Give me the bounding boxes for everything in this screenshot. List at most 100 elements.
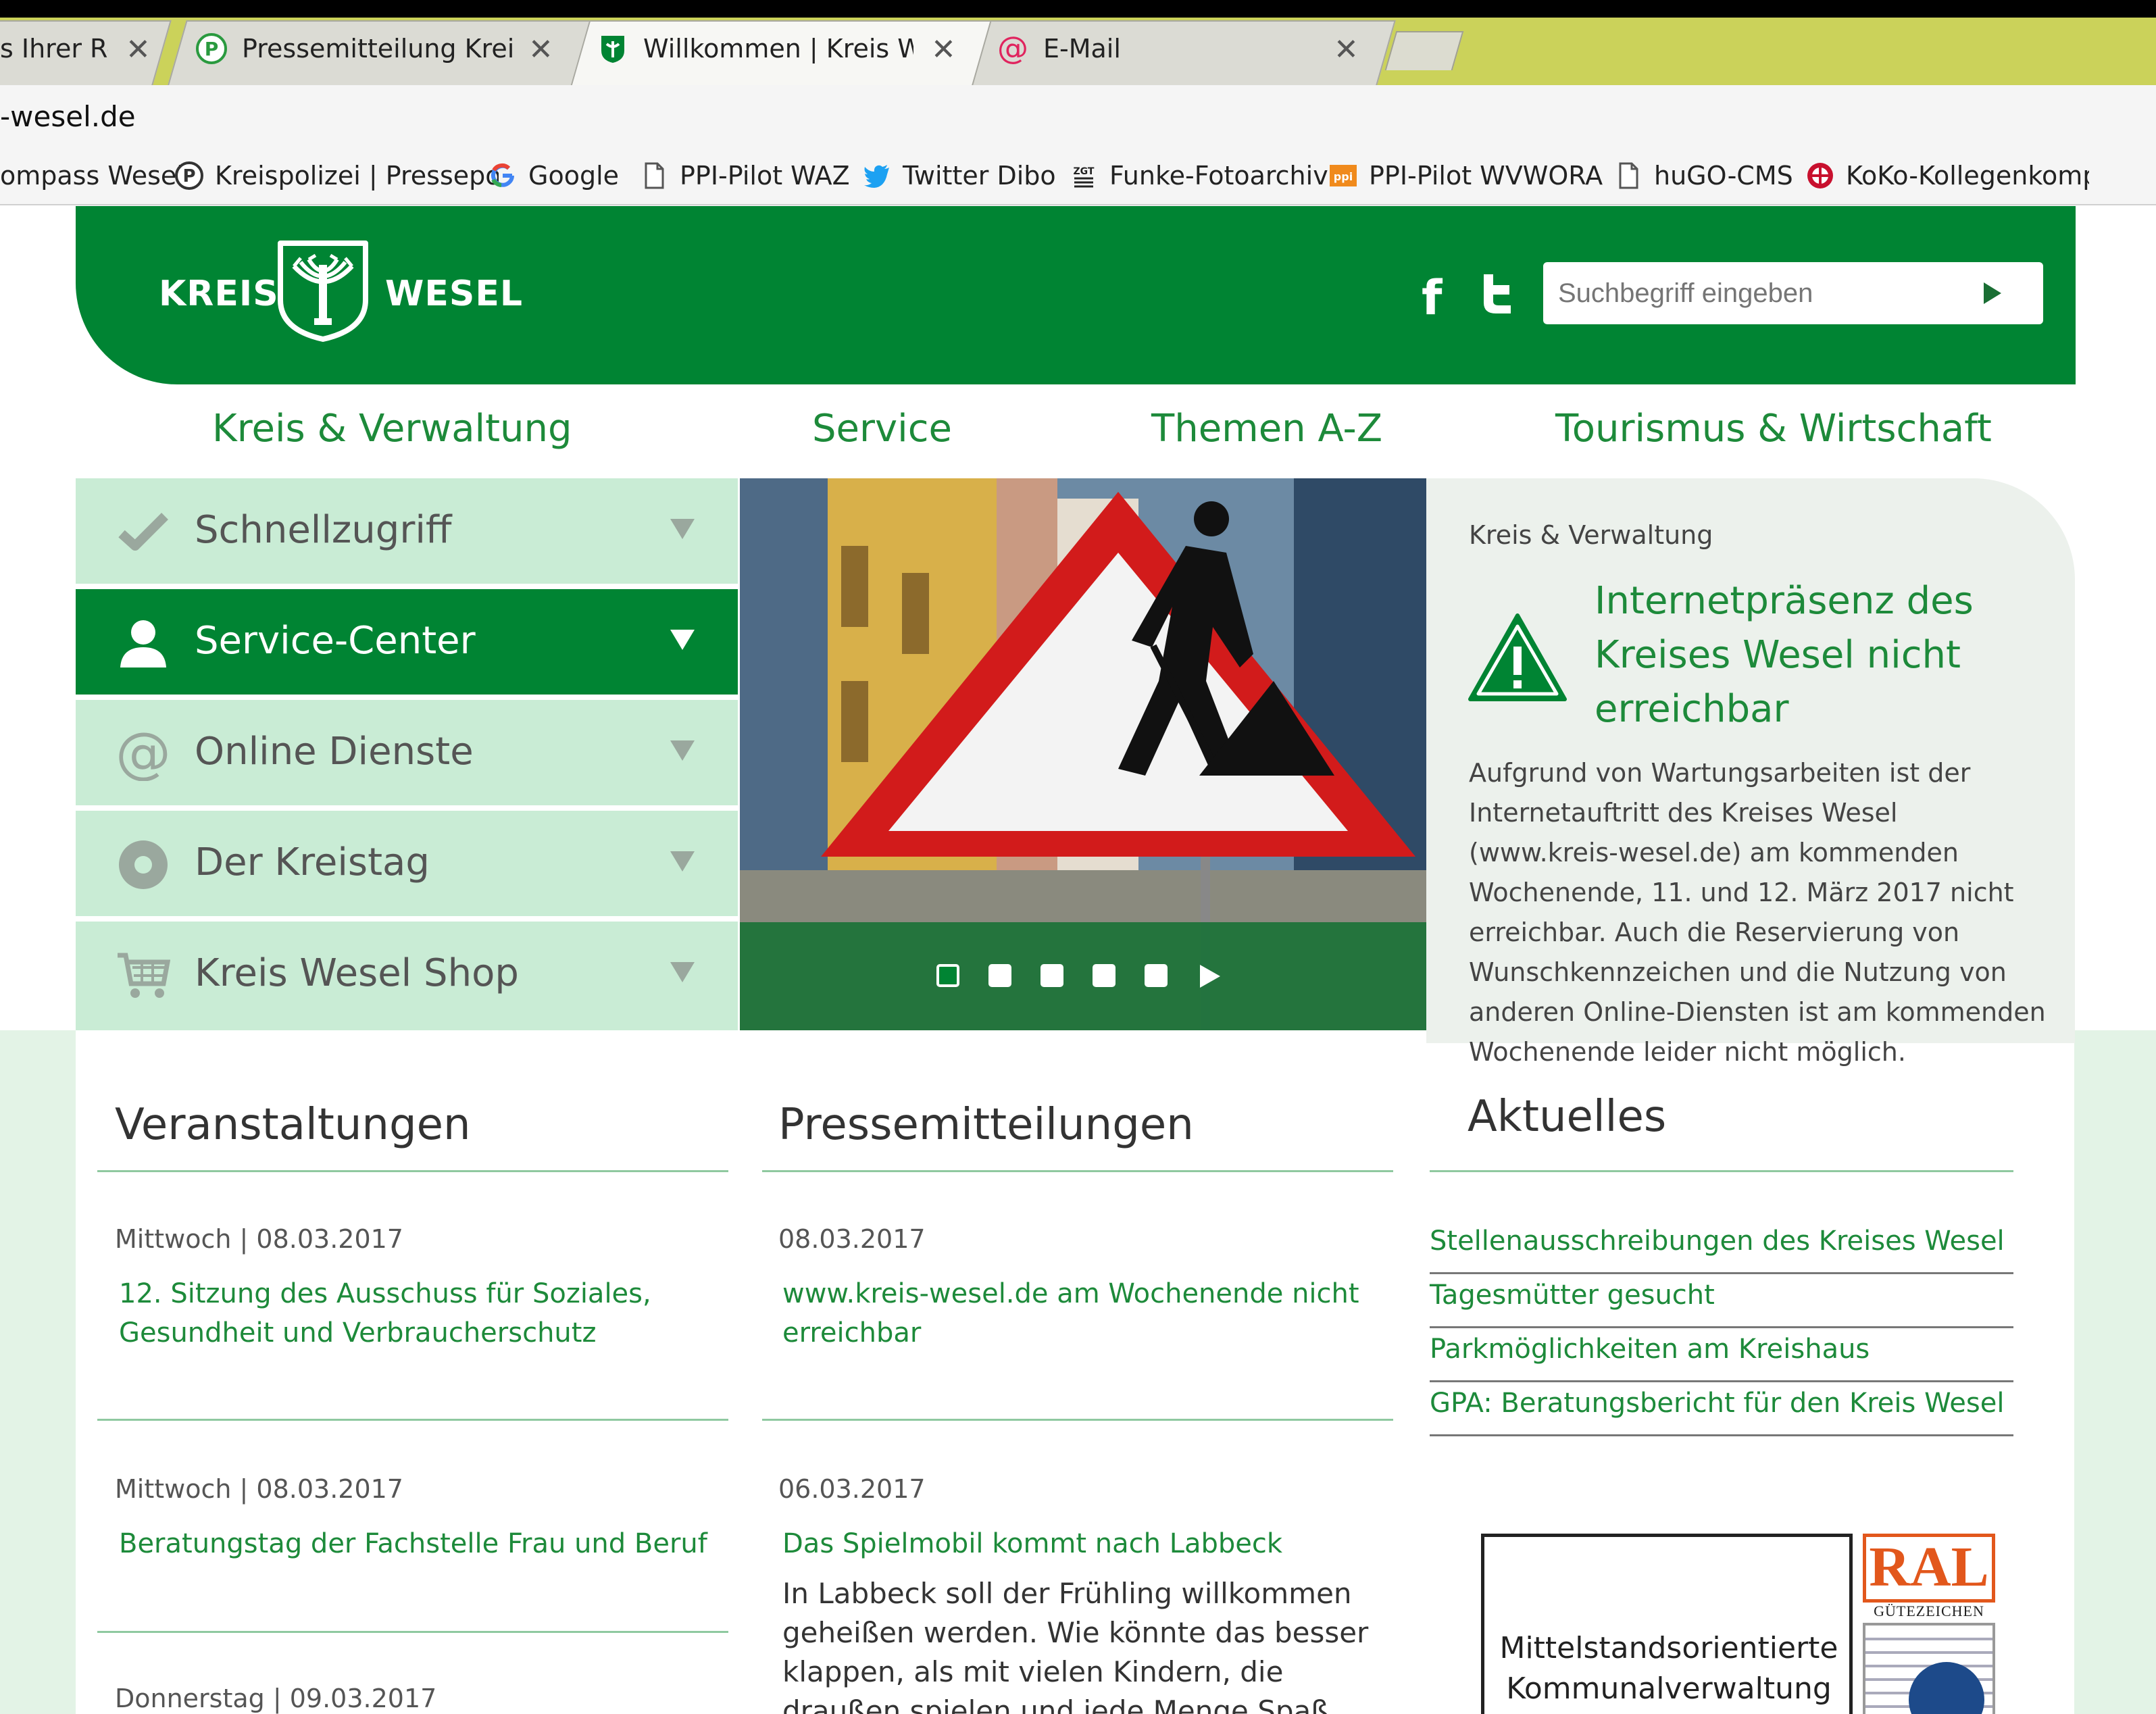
search-submit-arrow-icon[interactable] <box>1972 273 2012 313</box>
slider-dot-5[interactable] <box>1145 964 1168 987</box>
bookmark-3[interactable]: Google <box>488 157 619 195</box>
p-circle-icon: P <box>174 161 204 191</box>
tab-4-title: E-Mail <box>1043 34 1121 64</box>
twitter-bird-icon <box>862 161 892 191</box>
bookmark-label: Funke-Fotoarchiv <box>1109 161 1328 191</box>
bookmark-5[interactable]: Twitter Dibo <box>862 157 1056 195</box>
event-date: Mittwoch | 08.03.2017 <box>115 1474 403 1504</box>
event-date: Donnerstag | 09.03.2017 <box>115 1684 437 1713</box>
facebook-icon[interactable]: f <box>1422 270 1442 326</box>
ral-subtitle: GÜTEZEICHEN <box>1874 1603 1984 1619</box>
address-bar[interactable] <box>0 85 2156 151</box>
bookmark-6[interactable]: ZGT Funke-Fotoarchiv <box>1069 157 1328 195</box>
slider-dot-4[interactable] <box>1093 964 1115 987</box>
bookmark-label: Twitter Dibo <box>903 161 1056 191</box>
tab-4-content: @ E-Mail <box>997 31 1313 66</box>
funke-icon: ZGT <box>1069 161 1099 191</box>
badge-text: Mittelstandsorientierte Kommunalverwaltu… <box>1499 1631 1838 1706</box>
press-title-link[interactable]: Das Spielmobil kommt nach Labbeck <box>782 1524 1377 1563</box>
sidebar-item-schnellzugriff[interactable]: Schnellzugriff <box>76 478 738 586</box>
bookmark-label: PPI-Pilot WVWORA <box>1369 161 1603 191</box>
tab-1-close-icon[interactable]: ✕ <box>126 35 151 65</box>
event-title-link[interactable]: Beratungstag der Fachstelle Frau und Ber… <box>119 1524 727 1563</box>
aktuelles-link[interactable]: Parkmöglichkeiten am Kreishaus <box>1430 1334 1870 1365</box>
event-date: Mittwoch | 08.03.2017 <box>115 1224 403 1254</box>
at-sign-icon: @ <box>997 33 1028 64</box>
ral-logo: RAL <box>1863 1534 1995 1603</box>
svg-text:ppi: ppi <box>1334 170 1353 183</box>
tab-3-close-icon[interactable]: ✕ <box>931 35 956 65</box>
tab-1-content: s Ihrer Re <box>0 31 108 66</box>
press-date: 08.03.2017 <box>778 1224 926 1254</box>
sidebar-item-service-center[interactable]: Service-Center <box>76 589 738 697</box>
sidebar-item-der-kreistag[interactable]: Der Kreistag <box>76 811 738 919</box>
slider-next-arrow-icon[interactable] <box>1200 965 1220 988</box>
veranstaltungen-heading: Veranstaltungen <box>115 1100 471 1150</box>
bookmark-9[interactable]: KoKo-Kollegenkompa <box>1805 157 2089 195</box>
chevron-down-icon <box>670 740 695 761</box>
nav-themen-a-z[interactable]: Themen A-Z <box>1151 407 1382 451</box>
slider-dot-1[interactable] <box>936 964 959 987</box>
new-tab-button[interactable] <box>1384 31 1464 70</box>
sidebar-item-label: Kreis Wesel Shop <box>195 951 519 995</box>
event-title-link[interactable]: 12. Sitzung des Ausschuss für Soziales, … <box>119 1274 700 1353</box>
news-kicker: Kreis & Verwaltung <box>1469 520 1713 550</box>
checkmark-icon <box>116 505 170 559</box>
bookmark-label: KoKo-Kollegenkompa <box>1846 161 2089 191</box>
tab-3-content: Willkommen | Kreis Wese <box>597 31 913 66</box>
divider <box>97 1631 728 1633</box>
svg-text:@: @ <box>997 33 1028 64</box>
nav-kreis-verwaltung[interactable]: Kreis & Verwaltung <box>212 407 572 451</box>
ppi-icon: ppi <box>1328 161 1358 191</box>
divider <box>1430 1434 2013 1436</box>
aktuelles-link[interactable]: GPA: Beratungsbericht für den Kreis Wese… <box>1430 1388 2004 1419</box>
twitter-icon[interactable] <box>1474 270 1522 318</box>
sidebar-item-kreis-wesel-shop[interactable]: Kreis Wesel Shop <box>76 922 738 1030</box>
slider-dot-3[interactable] <box>1041 964 1063 987</box>
person-icon <box>116 616 170 670</box>
tab-4-close-icon[interactable]: ✕ <box>1334 35 1359 65</box>
nav-tourismus-wirtschaft[interactable]: Tourismus & Wirtschaft <box>1555 407 1992 451</box>
divider <box>97 1170 728 1172</box>
press-title-link[interactable]: www.kreis-wesel.de am Wochenende nicht e… <box>782 1274 1377 1353</box>
tab-2-content: P Pressemitteilung Kreispo <box>196 31 512 66</box>
svg-text:P: P <box>205 38 219 60</box>
warning-triangle-icon <box>1468 613 1567 701</box>
aktuelles-link[interactable]: Stellenausschreibungen des Kreises Wesel <box>1430 1226 2005 1257</box>
svg-text:ZGT: ZGT <box>1074 166 1095 177</box>
press-date: 06.03.2017 <box>778 1474 926 1504</box>
bookmark-label: Kreispolizei | Pressepo <box>215 161 499 191</box>
page-icon <box>1613 161 1643 191</box>
url-text[interactable]: -wesel.de <box>0 100 136 133</box>
slider-dot-2[interactable] <box>988 964 1011 987</box>
divider <box>762 1170 1393 1172</box>
aktuelles-link[interactable]: Tagesmütter gesucht <box>1430 1280 1715 1311</box>
bookmark-2[interactable]: P Kreispolizei | Pressepo <box>174 157 499 195</box>
kreis-wesel-shield-icon <box>597 33 628 64</box>
search-input[interactable] <box>1543 262 2043 324</box>
news-body: Aufgrund von Wartungsarbeiten ist der In… <box>1469 758 2046 1067</box>
google-g-icon <box>488 161 518 191</box>
bookmark-4[interactable]: PPI-Pilot WAZ <box>639 157 850 195</box>
tab-1-title: s Ihrer Re <box>0 34 108 64</box>
bookmark-8[interactable]: huGO-CMS <box>1613 157 1793 195</box>
sidebar-item-online-dienste[interactable]: @ Online Dienste <box>76 700 738 808</box>
bookmark-1[interactable]: ompass Wesel <box>0 157 184 195</box>
bookmark-7[interactable]: ppi PPI-Pilot WVWORA <box>1328 157 1603 195</box>
logo-text-kreis[interactable]: KREIS <box>159 274 279 314</box>
at-sign-icon: @ <box>116 727 170 781</box>
tab-2-close-icon[interactable]: ✕ <box>528 35 553 65</box>
window-top-edge <box>0 0 2156 18</box>
aktuelles-heading: Aktuelles <box>1468 1092 1667 1142</box>
chevron-down-icon <box>670 630 695 650</box>
shopping-cart-icon <box>116 949 170 1003</box>
koko-icon <box>1805 161 1835 191</box>
news-title[interactable]: Internetpräsenz des Kreises Wesel nicht … <box>1595 574 2027 736</box>
nav-service[interactable]: Service <box>812 407 952 451</box>
sidebar-item-label: Online Dienste <box>195 730 474 774</box>
ral-seal-icon <box>1863 1623 1995 1714</box>
logo-text-wesel[interactable]: WESEL <box>385 274 523 314</box>
svg-text:P: P <box>182 166 195 186</box>
kreis-wesel-logo-icon[interactable] <box>274 238 372 342</box>
divider <box>1430 1170 2013 1172</box>
